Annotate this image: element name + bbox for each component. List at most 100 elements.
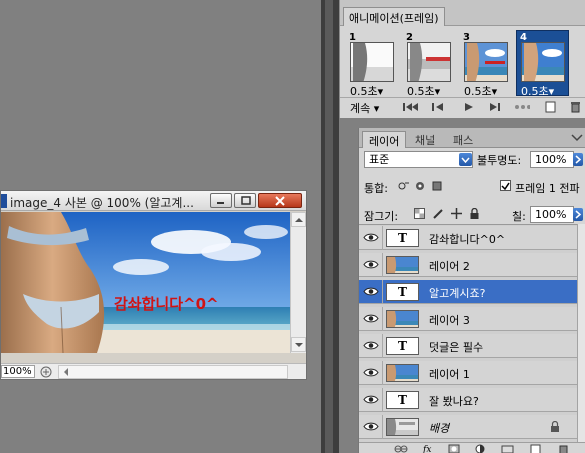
layer-name: 레이어 1 xyxy=(429,368,470,381)
canvas-overlay-text: 감솨합니다^0^ xyxy=(114,295,219,313)
document-statusbar: 100% xyxy=(1,363,306,379)
opacity-slider-arrow[interactable] xyxy=(573,153,583,166)
fill-field[interactable]: 100% xyxy=(530,206,583,223)
horizontal-scrollbar[interactable] xyxy=(58,365,288,379)
zoom-field[interactable]: 100% xyxy=(1,365,35,378)
play-icon[interactable] xyxy=(460,101,476,113)
layer-name: 덧글은 필수 xyxy=(429,341,484,354)
checkmark-icon xyxy=(501,182,510,191)
new-group-icon[interactable] xyxy=(501,444,515,453)
minimize-button[interactable] xyxy=(210,193,232,208)
animation-frame-1[interactable]: 1 0.5초▾ xyxy=(345,30,398,98)
layers-panel: 레이어 채널 패스 표준 불투명도: 100% 통합: 프레임 1 전파 잠그기… xyxy=(358,128,585,453)
minimize-icon xyxy=(217,202,224,204)
layer-row[interactable]: 레이어 2 xyxy=(359,253,577,277)
beach-photo xyxy=(1,212,290,353)
doc-info-icon[interactable] xyxy=(38,365,54,378)
visibility-eye-icon[interactable] xyxy=(363,421,379,432)
layer-style-icon[interactable]: fx xyxy=(422,443,436,453)
arrow-down-icon xyxy=(295,343,303,347)
animation-frame-3[interactable]: 3 0.5초▾ xyxy=(459,30,512,98)
layer-row[interactable]: 레이어 3 xyxy=(359,307,577,331)
lock-transparency-icon[interactable] xyxy=(414,208,425,219)
layer-name: 감솨합니다^0^ xyxy=(429,233,506,246)
blend-mode-select[interactable]: 표준 xyxy=(364,151,473,168)
delete-layer-icon[interactable] xyxy=(557,444,571,453)
opacity-field[interactable]: 100% xyxy=(530,151,583,168)
adjustment-layer-icon[interactable] xyxy=(474,444,488,453)
layer-row[interactable]: 레이어 1 xyxy=(359,361,577,385)
layer-row[interactable]: T 잘 봤나요? xyxy=(359,388,577,412)
lock-label: 잠그기: xyxy=(364,210,399,223)
fill-slider-arrow[interactable] xyxy=(573,208,583,221)
first-frame-icon[interactable] xyxy=(402,101,418,113)
next-frame-icon[interactable] xyxy=(486,101,502,113)
photoshop-doc-icon xyxy=(1,194,7,208)
visibility-eye-icon[interactable] xyxy=(363,286,379,297)
layer-mask-icon[interactable] xyxy=(448,444,462,453)
layer-name: 잘 봤나요? xyxy=(429,395,479,408)
chevron-down-icon xyxy=(461,157,470,164)
delete-frame-icon[interactable] xyxy=(568,101,584,113)
lock-pixels-icon[interactable] xyxy=(433,208,444,219)
tab-layers[interactable]: 레이어 xyxy=(362,131,407,148)
image-canvas[interactable]: 감솨합니다^0^ xyxy=(1,212,290,353)
tab-animation[interactable]: 애니메이션(프레임) xyxy=(343,7,445,26)
panel-divider xyxy=(321,0,339,453)
layer-name: 레이어 3 xyxy=(429,314,470,327)
previous-frame-icon[interactable] xyxy=(430,101,446,113)
layer-row[interactable]: 배경 xyxy=(359,415,577,439)
blend-mode-value: 표준 xyxy=(369,153,390,166)
arrow-left-icon[interactable] xyxy=(61,367,71,377)
panel-menu-icon[interactable] xyxy=(571,134,583,142)
layer-row[interactable]: T 덧글은 필수 xyxy=(359,334,577,358)
document-window[interactable]: image_4 사본 @ 100% (알고계... 감솨합니다^0^ 100% xyxy=(0,190,307,380)
new-layer-icon[interactable] xyxy=(529,444,543,453)
close-button[interactable] xyxy=(258,193,302,208)
layers-bottom-toolbar: fx xyxy=(359,442,585,453)
layer-name: 알고계시죠? xyxy=(429,287,486,300)
frame-thumbnail xyxy=(350,42,394,82)
propagate-label: 프레임 1 전파 xyxy=(515,182,580,195)
animation-tabstrip: 애니메이션(프레임) xyxy=(340,0,585,26)
duplicate-frame-icon[interactable] xyxy=(543,101,559,113)
unify-visibility-icon[interactable] xyxy=(414,180,427,192)
maximize-icon xyxy=(241,196,251,205)
visibility-eye-icon[interactable] xyxy=(363,340,379,351)
lock-all-icon[interactable] xyxy=(469,208,480,219)
lock-position-icon[interactable] xyxy=(451,208,462,219)
layer-row[interactable]: T 알고계시죠? xyxy=(359,280,577,304)
vertical-scrollbar[interactable] xyxy=(290,212,306,353)
scroll-up-button[interactable] xyxy=(291,212,306,227)
visibility-eye-icon[interactable] xyxy=(363,394,379,405)
tab-channels[interactable]: 채널 xyxy=(409,131,441,148)
visibility-eye-icon[interactable] xyxy=(363,259,379,270)
background-layer-thumbnail xyxy=(386,418,419,436)
image-layer-thumbnail xyxy=(386,364,419,382)
unify-position-icon[interactable] xyxy=(397,180,410,192)
scroll-down-button[interactable] xyxy=(291,337,306,352)
propagate-checkbox[interactable] xyxy=(500,180,511,191)
maximize-button[interactable] xyxy=(234,193,256,208)
document-titlebar[interactable]: image_4 사본 @ 100% (알고계... xyxy=(1,191,306,211)
animation-frame-4[interactable]: 4 0.5초▾ xyxy=(516,30,569,98)
visibility-eye-icon[interactable] xyxy=(363,367,379,378)
animation-frame-2[interactable]: 2 0.5초▾ xyxy=(402,30,455,98)
svg-text:fx: fx xyxy=(422,445,431,453)
visibility-eye-icon[interactable] xyxy=(363,232,379,243)
unify-style-icon[interactable] xyxy=(431,180,444,192)
link-layers-icon[interactable] xyxy=(394,444,408,453)
layer-list-scrollbar[interactable] xyxy=(577,224,585,442)
tab-paths[interactable]: 패스 xyxy=(447,131,479,148)
loop-select[interactable]: 계속 ▾ xyxy=(350,100,379,116)
layers-tabrow: 레이어 채널 패스 xyxy=(359,128,585,148)
lock-icon xyxy=(551,421,559,432)
blend-dropdown-arrow[interactable] xyxy=(459,153,472,166)
document-title: image_4 사본 @ 100% (알고계... xyxy=(10,196,194,210)
visibility-eye-icon[interactable] xyxy=(363,313,379,324)
arrow-up-icon xyxy=(295,218,303,222)
layer-row[interactable]: T 감솨합니다^0^ xyxy=(359,226,577,250)
animation-controls: 계속 ▾ xyxy=(340,97,585,115)
frame-thumbnail xyxy=(464,42,508,82)
tween-icon[interactable] xyxy=(514,101,530,113)
